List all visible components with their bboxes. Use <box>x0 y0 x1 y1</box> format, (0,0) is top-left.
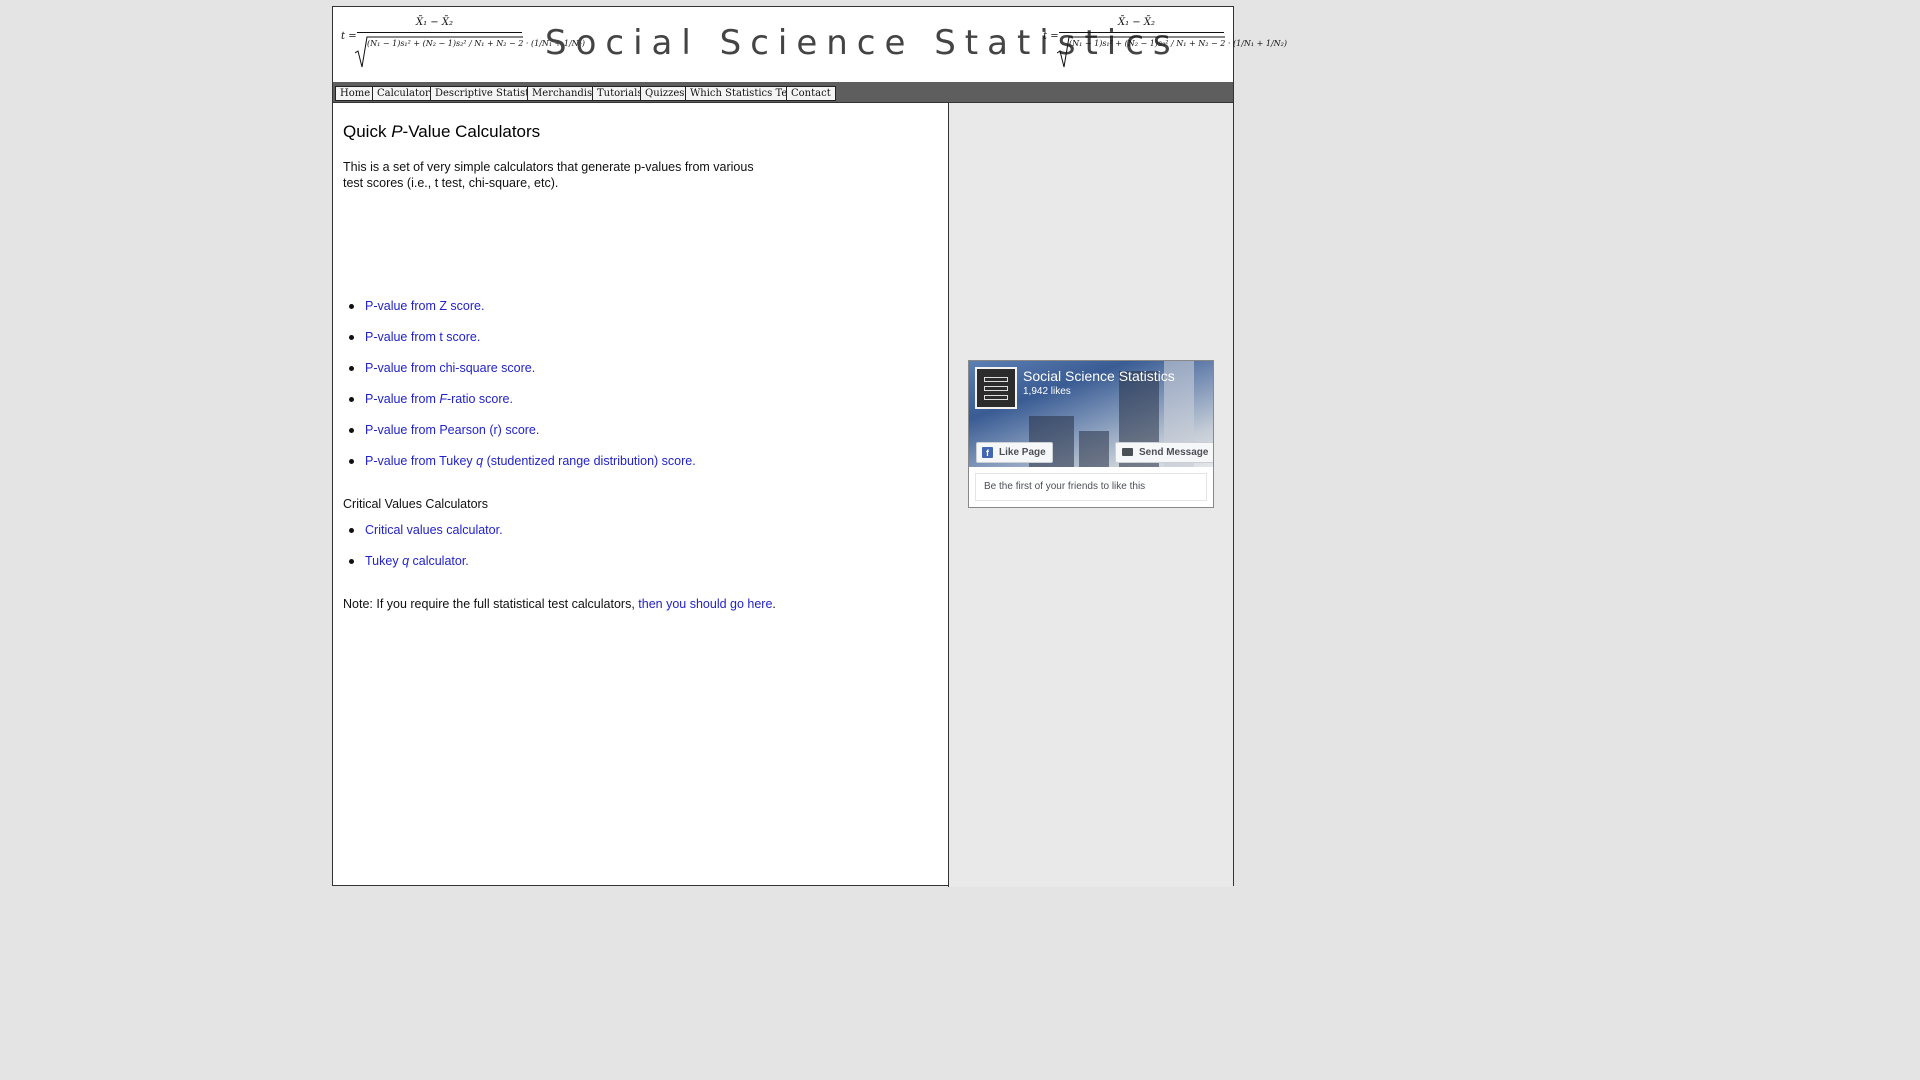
link-full-calculators[interactable]: then you should go here <box>638 597 772 611</box>
bullet-dot-icon <box>349 459 354 464</box>
list-item: P-value from F-ratio score. <box>349 392 696 423</box>
link-pvalue-chi-square-score[interactable]: P-value from chi-square score <box>365 361 532 375</box>
link-critical-values-calculator[interactable]: Critical values calculator <box>365 523 499 537</box>
link-pvalue-t-score[interactable]: P-value from t score <box>365 330 477 344</box>
bullet-dot-icon <box>349 528 354 533</box>
nav-quizzes[interactable]: Quizzes <box>640 86 690 101</box>
list-item: Tukey q calculator. <box>349 554 503 585</box>
main-nav-bar: Home Calculators Descriptive Statistics … <box>333 82 1233 103</box>
link-pvalue-f-ratio-score[interactable]: P-value from F-ratio score <box>365 392 510 406</box>
facebook-friends-text: Be the first of your friends to like thi… <box>975 473 1207 501</box>
facebook-page-widget: Social Science Statistics 1,942 likes f … <box>968 360 1214 508</box>
formula-numerator: X̄₁ − X̄₂ <box>416 17 453 28</box>
send-message-label: Send Message <box>1139 447 1209 458</box>
link-tukey-q-calculator[interactable]: Tukey q calculator <box>365 554 465 568</box>
critical-values-heading: Critical Values Calculators <box>343 497 488 511</box>
facebook-like-count: 1,942 likes <box>1023 386 1071 397</box>
bullet-dot-icon <box>349 335 354 340</box>
bullet-dot-icon <box>349 397 354 402</box>
facebook-page-logo[interactable] <box>975 367 1017 409</box>
t-test-formula-left: t = X̄₁ − X̄₂ (N₁ − 1)s₁² + (N₂ − 1)s₂² … <box>341 15 585 73</box>
t-test-formula-right: t = X̄₁ − X̄₂ (N₁ − 1)s₁² + (N₂ − 1)s₂² … <box>1043 15 1287 73</box>
nav-home[interactable]: Home <box>335 86 376 101</box>
list-item: Critical values calculator. <box>349 523 503 554</box>
send-message-button[interactable]: Send Message <box>1115 442 1213 463</box>
list-item: P-value from Z score. <box>349 299 696 330</box>
facebook-cover-image: Social Science Statistics 1,942 likes f … <box>969 361 1213 467</box>
like-page-label: Like Page <box>999 447 1046 458</box>
like-page-button[interactable]: f Like Page <box>976 442 1053 463</box>
link-pvalue-pearson-score[interactable]: P-value from Pearson (r) score <box>365 423 536 437</box>
list-item: P-value from chi-square score. <box>349 361 696 392</box>
note-paragraph: Note: If you require the full statistica… <box>343 597 776 611</box>
page-title: Quick P-Value Calculators <box>343 122 541 141</box>
bullet-dot-icon <box>349 559 354 564</box>
site-title: Social Science Statistics <box>545 23 1180 63</box>
main-content <box>333 103 949 887</box>
link-pvalue-z-score[interactable]: P-value from Z score <box>365 299 481 313</box>
site-header: t = X̄₁ − X̄₂ (N₁ − 1)s₁² + (N₂ − 1)s₂² … <box>333 7 1287 83</box>
bullet-dot-icon <box>349 428 354 433</box>
critical-calculator-list: Critical values calculator. Tukey q calc… <box>349 523 503 585</box>
message-icon <box>1122 448 1133 456</box>
pvalue-calculator-list: P-value from Z score. P-value from t sco… <box>349 299 696 485</box>
intro-paragraph: This is a set of very simple calculators… <box>343 160 754 190</box>
facebook-page-name[interactable]: Social Science Statistics <box>1023 368 1175 384</box>
bullet-dot-icon <box>349 366 354 371</box>
formula-denominator: (N₁ − 1)s₁² + (N₂ − 1)s₂² / N₁ + N₂ − 2 … <box>1069 39 1287 48</box>
list-item: P-value from Pearson (r) score. <box>349 423 696 454</box>
link-pvalue-tukey-q-score[interactable]: P-value from Tukey q (studentized range … <box>365 454 692 468</box>
building-shape <box>1079 431 1109 467</box>
bullet-dot-icon <box>349 304 354 309</box>
facebook-f-icon: f <box>982 447 993 458</box>
formula-numerator: X̄₁ − X̄₂ <box>1118 17 1155 28</box>
list-item: P-value from Tukey q (studentized range … <box>349 454 696 485</box>
nav-contact[interactable]: Contact <box>786 86 836 101</box>
list-item: P-value from t score. <box>349 330 696 361</box>
